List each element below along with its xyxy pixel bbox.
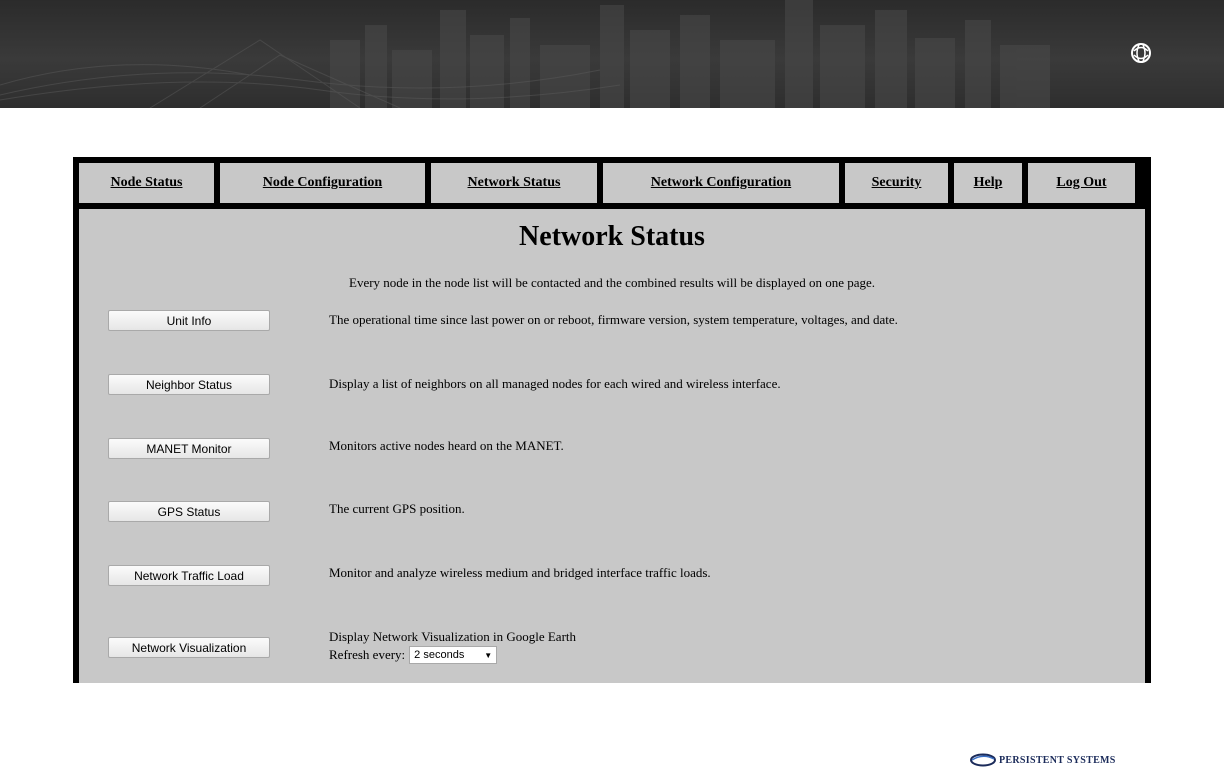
network-visualization-button[interactable]: Network Visualization xyxy=(108,637,270,658)
persistent-systems-swoosh-icon xyxy=(970,753,996,767)
manet-monitor-description: Monitors active nodes heard on the MANET… xyxy=(329,438,564,453)
tab-network-configuration[interactable]: Network Configuration xyxy=(603,163,839,203)
tab-log-out[interactable]: Log Out xyxy=(1028,163,1135,203)
page-title: Network Status xyxy=(519,221,705,252)
content-panel: Network Status Every node in the node li… xyxy=(79,209,1145,683)
refresh-interval-select[interactable]: 2 seconds ▼ xyxy=(409,646,498,664)
tab-network-status[interactable]: Network Status xyxy=(431,163,597,203)
refresh-control: Refresh every: 2 seconds ▼ xyxy=(329,646,498,664)
unit-info-description: The operational time since last power on… xyxy=(329,312,898,327)
triangle-down-icon: ▼ xyxy=(484,650,493,660)
neighbor-status-description: Display a list of neighbors on all manag… xyxy=(329,376,781,391)
footer-logo: PERSISTENT SYSTEMS xyxy=(970,750,1116,769)
header-banner xyxy=(0,0,1224,108)
network-visualization-description: Display Network Visualization in Google … xyxy=(329,629,577,644)
refresh-selected-value: 2 seconds xyxy=(414,649,465,661)
main-frame: Node Status Node Configuration Network S… xyxy=(73,157,1151,683)
intro-text: Every node in the node list will be cont… xyxy=(349,275,875,290)
gps-status-description: The current GPS position. xyxy=(329,501,465,516)
tab-security[interactable]: Security xyxy=(845,163,948,203)
network-traffic-load-description: Monitor and analyze wireless medium and … xyxy=(329,565,711,580)
tab-node-configuration[interactable]: Node Configuration xyxy=(220,163,425,203)
network-traffic-load-button[interactable]: Network Traffic Load xyxy=(108,565,270,586)
refresh-label: Refresh every: xyxy=(329,647,406,662)
globe-logo-icon xyxy=(1131,43,1151,63)
neighbor-status-button[interactable]: Neighbor Status xyxy=(108,374,270,395)
manet-monitor-button[interactable]: MANET Monitor xyxy=(108,438,270,459)
gps-status-button[interactable]: GPS Status xyxy=(108,501,270,522)
nav-tabs: Node Status Node Configuration Network S… xyxy=(79,163,1145,203)
unit-info-button[interactable]: Unit Info xyxy=(108,310,270,331)
footer-brand: PERSISTENT SYSTEMS xyxy=(999,754,1116,766)
skyline-graphic xyxy=(0,0,1050,108)
tab-help[interactable]: Help xyxy=(954,163,1022,203)
tab-node-status[interactable]: Node Status xyxy=(79,163,214,203)
